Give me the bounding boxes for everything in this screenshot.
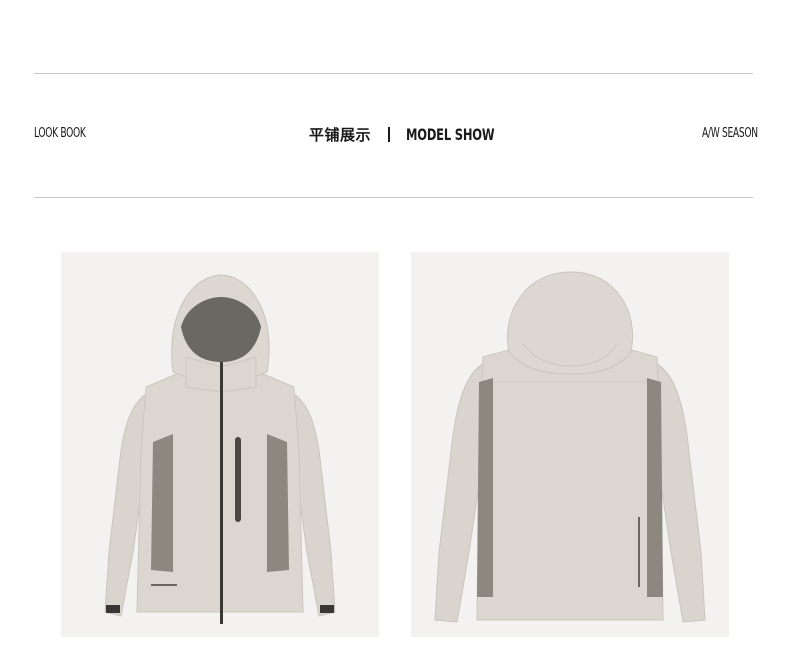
jacket-back-image	[411, 252, 729, 637]
season-label: A/W SEASON	[702, 126, 758, 141]
hooded-jacket-front-icon	[104, 274, 336, 624]
hooded-jacket-back-icon	[434, 271, 706, 623]
lookbook-label: LOOK BOOK	[34, 126, 86, 141]
jacket-front-image	[61, 252, 379, 637]
title-separator	[388, 127, 391, 142]
section-title-cn: 平铺展示	[309, 126, 372, 144]
section-title: 平铺展示 MODEL SHOW	[309, 124, 529, 145]
top-divider	[34, 73, 753, 74]
bottom-divider	[34, 197, 753, 198]
section-title-en: MODEL SHOW	[406, 125, 495, 144]
